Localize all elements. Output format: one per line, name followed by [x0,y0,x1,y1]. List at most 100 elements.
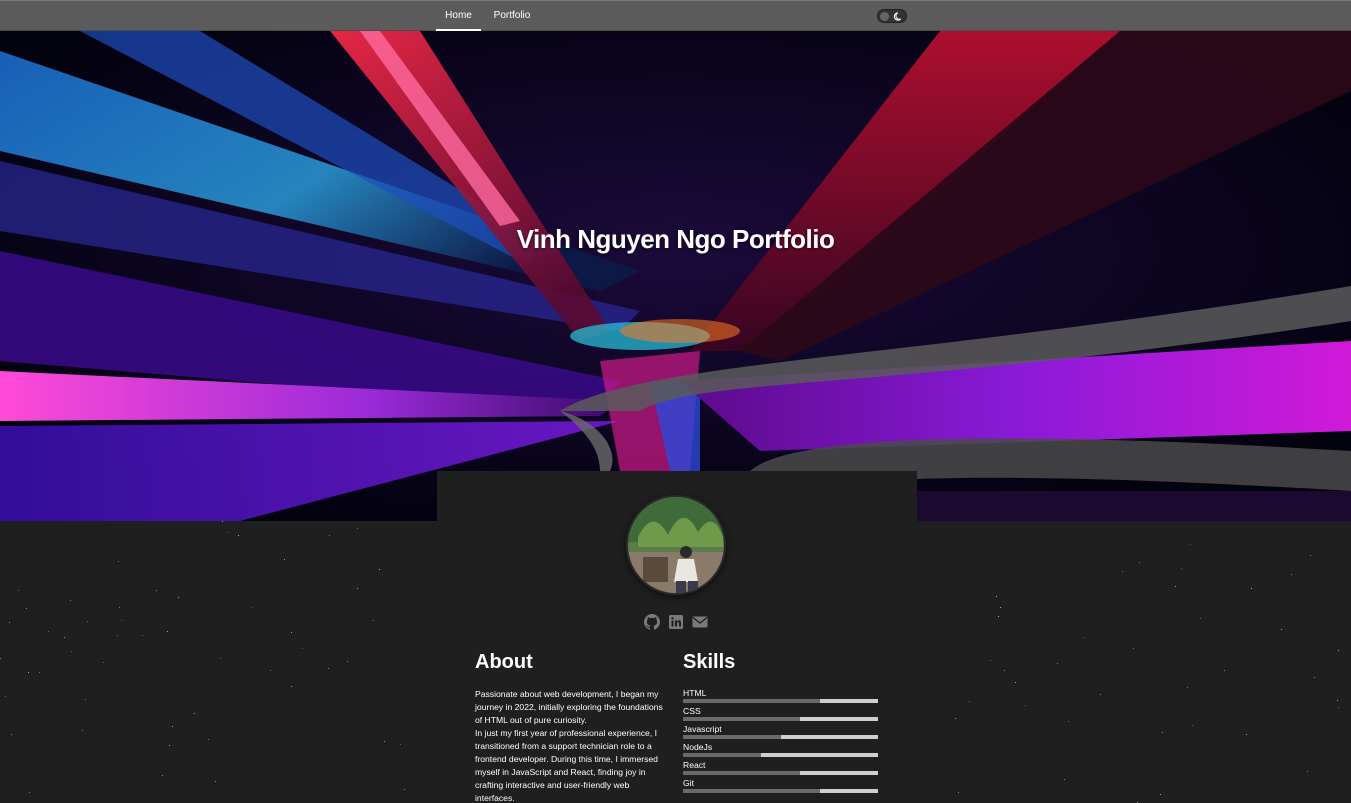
star [1338,649,1340,651]
toggle-knob [880,12,889,21]
star [373,620,375,622]
skill-fill [683,735,781,739]
star [302,648,304,649]
star [290,686,292,688]
star [346,661,348,663]
star [1100,694,1102,696]
skill-item: NodeJs [683,742,879,757]
star [1190,544,1192,546]
skill-label: Javascript [683,724,722,734]
star [1057,662,1059,664]
star [1139,562,1141,564]
star [28,672,30,674]
skill-item: React [683,760,879,775]
star [403,788,405,790]
star [290,631,292,633]
star [64,637,66,639]
nav-portfolio-link[interactable]: Portfolio [487,1,537,31]
star [9,622,11,624]
skill-bar [683,753,878,757]
star [989,659,991,661]
star [238,535,240,537]
about-paragraph-1: Passionate about web development, I bega… [475,689,663,725]
star [957,792,959,794]
about-heading: About [475,651,533,673]
star [120,620,122,622]
star [18,590,20,592]
skill-fill [683,789,820,793]
star [141,635,143,637]
star [955,717,957,719]
star [329,535,331,537]
star [1187,687,1189,689]
email-icon[interactable] [692,614,708,630]
star [116,634,118,636]
star [1338,706,1340,708]
skill-bar [683,789,878,793]
star [1132,648,1134,650]
star [167,631,169,633]
star [379,569,381,571]
star [119,607,121,609]
star [1137,801,1138,803]
star [1025,705,1027,707]
avatar [626,495,726,595]
star [178,597,180,599]
skill-bar [683,717,878,721]
skills-heading: Skills [683,651,736,673]
star [1251,588,1253,590]
star [85,698,87,700]
skill-label: HTML [683,688,707,698]
skill-bar [683,735,878,739]
star [29,791,31,793]
star [11,734,13,736]
skill-label: CSS [683,706,701,716]
star [1337,700,1339,702]
star [1084,637,1086,639]
star [251,606,253,608]
star [356,587,358,589]
skill-item: Javascript [683,724,879,739]
skill-item: CSS [683,706,879,721]
star [1200,618,1202,620]
star [220,657,222,659]
theme-toggle[interactable] [877,9,907,23]
star [1310,555,1312,557]
star [86,621,88,623]
star [1280,628,1282,630]
hero-background-art [0,31,1351,521]
hero-banner: Vinh Nguyen Ngo Portfolio [0,31,1351,521]
moon-icon [893,12,902,21]
skill-fill [683,717,800,721]
star [207,738,209,740]
star [1246,733,1248,735]
star [327,668,329,670]
star [998,616,1000,618]
star [1063,778,1065,780]
star [1004,669,1006,671]
star [193,713,195,715]
star [1306,770,1308,772]
skill-fill [683,699,820,703]
linkedin-icon[interactable] [668,614,684,630]
skill-bar [683,699,878,703]
star [968,701,970,703]
star [169,744,170,746]
skill-item: Git [683,778,879,793]
skill-fill [683,771,800,775]
star [284,558,286,560]
star [156,589,157,591]
profile-card: About Skills Passionate about web develo… [437,471,917,803]
star [227,531,229,533]
skill-bar [683,771,878,775]
star [81,730,83,732]
github-icon[interactable] [644,614,660,630]
star [1121,571,1123,573]
star [162,774,164,776]
star [1014,681,1016,683]
star [70,599,72,601]
nav-home-link[interactable]: Home [436,1,481,31]
star [0,658,2,660]
about-text: Passionate about web development, I bega… [475,688,671,803]
star [47,630,49,632]
